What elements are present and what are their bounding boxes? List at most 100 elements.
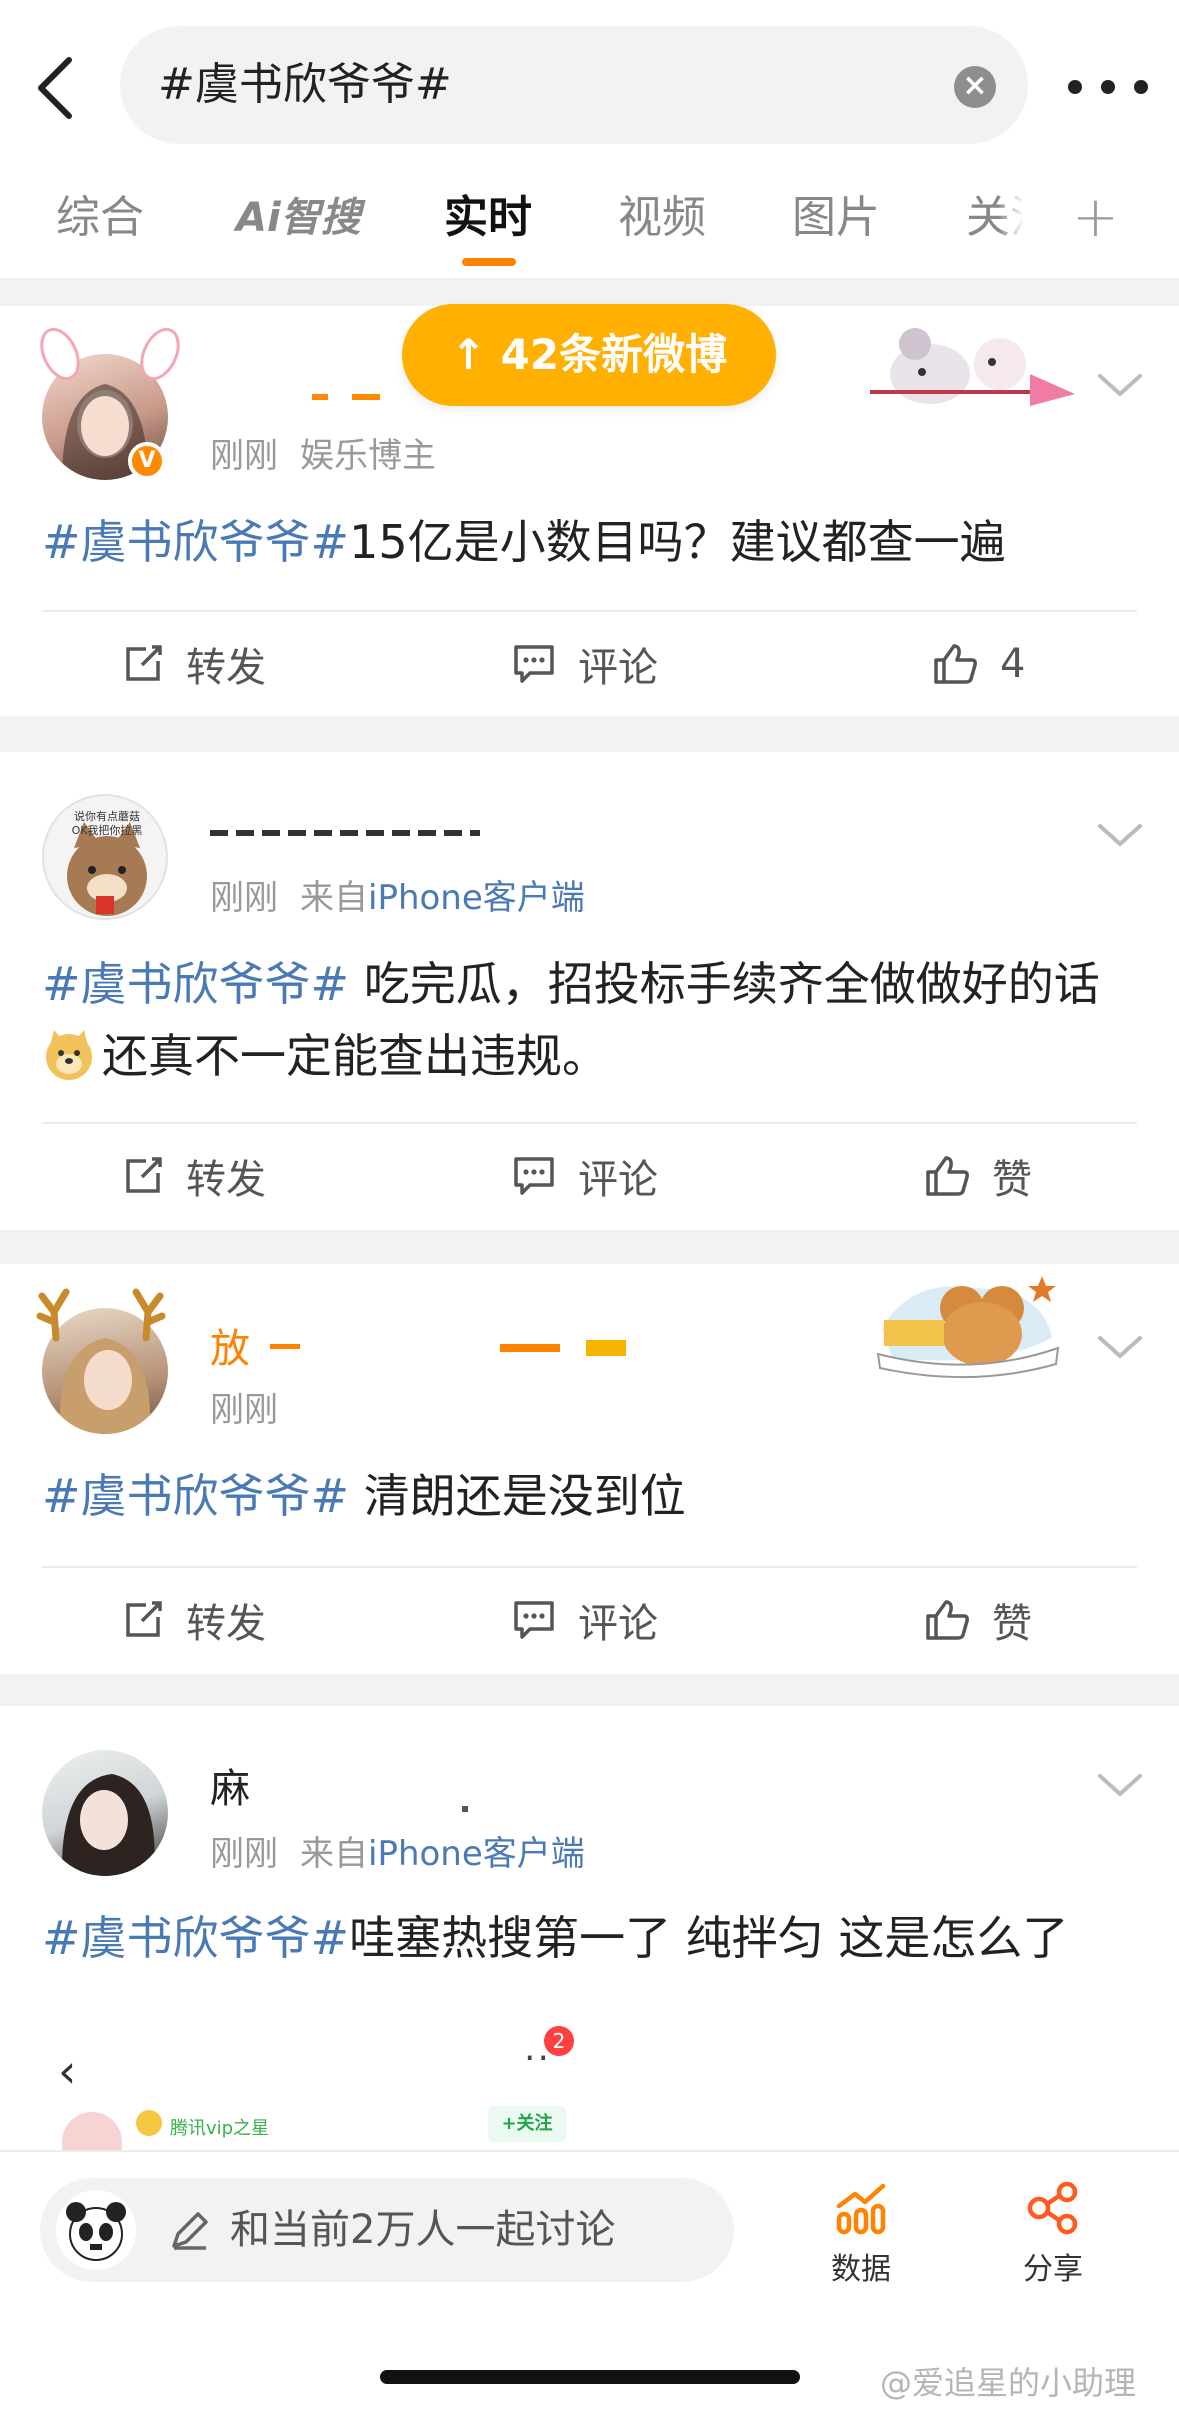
- divider: [42, 610, 1137, 612]
- chevron-left-icon: [38, 57, 72, 119]
- avatar-image: [61, 1774, 155, 1876]
- hashtag-link[interactable]: #虞书欣爷爷#: [42, 515, 349, 569]
- repost-label: 转发: [186, 1157, 266, 1203]
- post-source[interactable]: iPhone客户端: [368, 1834, 585, 1874]
- tab-video[interactable]: 视频: [618, 188, 706, 248]
- post-card[interactable]: 说你有点蘑菇 OK我把你拉黑 刚刚 来自iPhone客户端 #虞书欣爷爷# 吃完瓜…: [0, 752, 1179, 1230]
- back-button[interactable]: [30, 48, 80, 128]
- chevron-down-icon[interactable]: [1096, 1770, 1144, 1800]
- username-fragment[interactable]: 麻: [210, 1766, 270, 1812]
- post-content[interactable]: #虞书欣爷爷#哇塞热搜第一了 纯拌匀 这是怎么了: [42, 1902, 1142, 1974]
- post-content[interactable]: #虞书欣爷爷# 吃完瓜，招投标手续齐全做做好的话 还真不一定能查出违规。: [42, 948, 1142, 1092]
- hashtag-link[interactable]: #虞书欣爷爷#: [42, 1469, 349, 1523]
- data-button[interactable]: 数据: [806, 2180, 916, 2288]
- watermark: @爱追星的小助理: [880, 2364, 1137, 2402]
- repost-button[interactable]: 转发: [122, 1126, 266, 1226]
- like-label: 赞: [992, 1157, 1032, 1203]
- repost-icon: [126, 645, 162, 681]
- share-button[interactable]: 分享: [998, 2180, 1108, 2288]
- post-meta: 刚刚: [210, 1388, 278, 1432]
- chevron-down-icon[interactable]: [1096, 370, 1144, 400]
- post-meta: 刚刚 来自iPhone客户端: [210, 876, 585, 920]
- active-tab-indicator: [462, 258, 516, 266]
- notification-badge: 2: [544, 2026, 574, 2056]
- clear-search-button[interactable]: ×: [954, 66, 996, 108]
- post-time: 刚刚: [210, 436, 278, 476]
- repost-button[interactable]: 转发: [122, 1570, 266, 1670]
- comment-icon: [514, 1157, 554, 1195]
- comment-label: 评论: [578, 645, 658, 691]
- avatar[interactable]: 说你有点蘑菇 OK我把你拉黑: [42, 794, 168, 920]
- tab-ai-search[interactable]: Ai智搜: [236, 188, 361, 248]
- pencil-icon: [172, 2212, 208, 2250]
- panda-avatar-icon: [66, 2202, 126, 2261]
- discuss-input[interactable]: 和当前2万人一起讨论: [40, 2178, 734, 2282]
- post-actions: 转发 评论 4: [0, 614, 1179, 714]
- post-time: 刚刚: [210, 878, 278, 918]
- post-actions: 转发 评论 赞: [0, 1570, 1179, 1670]
- post-body: 哇塞热搜第一了 纯拌匀 这是怎么了: [349, 1911, 1069, 1965]
- embedded-avatar: [62, 2112, 122, 2150]
- comment-icon: [514, 1601, 554, 1639]
- post-body-line2: 还真不一定能查出违规。: [102, 1029, 608, 1083]
- home-indicator[interactable]: [380, 2370, 800, 2384]
- dot-icon: [1134, 80, 1148, 94]
- add-tab-button[interactable]: +: [1072, 188, 1119, 248]
- more-options-button[interactable]: [1068, 52, 1148, 122]
- repost-button[interactable]: 转发: [122, 614, 266, 714]
- username-redacted: [270, 1340, 650, 1356]
- post-content[interactable]: #虞书欣爷爷#15亿是小数目吗？建议都查一遍: [42, 506, 1142, 578]
- post-body: 15亿是小数目吗？建议都查一遍: [349, 515, 1006, 569]
- hashtag-link[interactable]: #虞书欣爷爷#: [42, 1911, 349, 1965]
- username-fragment[interactable]: 放: [210, 1326, 270, 1372]
- like-count: 4: [1000, 641, 1026, 687]
- post-source: 娱乐博主: [300, 436, 436, 476]
- top-bar: #虞书欣爷爷# ×: [0, 0, 1179, 170]
- like-button[interactable]: 赞: [924, 1570, 1032, 1670]
- comment-button[interactable]: 评论: [512, 1126, 658, 1226]
- antlers-decoration: [36, 1288, 166, 1342]
- new-posts-pill[interactable]: ↑ 42条新微博: [402, 304, 776, 406]
- thumbs-up-icon: [934, 644, 977, 684]
- bunny-ears-decoration: [40, 327, 180, 381]
- comment-button[interactable]: 评论: [512, 1570, 658, 1670]
- post-meta: 刚刚 娱乐博主: [210, 434, 436, 478]
- username-redacted[interactable]: [210, 818, 480, 838]
- post-source-prefix: 来自: [300, 1834, 368, 1874]
- post-content[interactable]: #虞书欣爷爷# 清朗还是没到位: [42, 1460, 1142, 1532]
- post-meta: 刚刚 来自iPhone客户端: [210, 1832, 585, 1876]
- repost-label: 转发: [186, 645, 266, 691]
- sticker-decoration-icon: [870, 328, 1075, 406]
- like-button[interactable]: 4: [932, 614, 1025, 714]
- tab-comprehensive[interactable]: 综合: [56, 188, 144, 248]
- embedded-screenshot[interactable]: ‹ .. 2 腾讯vip之星 +关注: [0, 2000, 1179, 2150]
- comment-icon: [514, 645, 554, 683]
- comment-button[interactable]: 评论: [512, 614, 658, 714]
- post-card[interactable]: 放 刚刚 #虞书欣爷爷# 清朗还是没到位 转发 评论 赞: [0, 1264, 1179, 1674]
- search-query: #虞书欣爷爷#: [158, 59, 452, 110]
- follow-button: +关注: [488, 2106, 566, 2142]
- thumbs-up-icon: [926, 1600, 969, 1640]
- tab-following[interactable]: 关注: [966, 188, 1024, 248]
- chevron-down-icon[interactable]: [1096, 1332, 1144, 1362]
- discuss-placeholder: 和当前2万人一起讨论: [230, 2207, 616, 2253]
- repost-label: 转发: [186, 1601, 266, 1647]
- like-label: 赞: [992, 1601, 1032, 1647]
- tab-images[interactable]: 图片: [792, 188, 880, 248]
- share-icon: [1027, 2181, 1078, 2235]
- username-redacted[interactable]: [312, 364, 402, 410]
- emoji-icon: [136, 2110, 162, 2136]
- post-card[interactable]: 麻 刚刚 来自iPhone客户端 #虞书欣爷爷#哇塞热搜第一了 纯拌匀 这是怎么了: [0, 1706, 1179, 2006]
- post-source[interactable]: iPhone客户端: [368, 878, 585, 918]
- repost-icon: [126, 1157, 162, 1193]
- dot-icon: [1101, 80, 1115, 94]
- embedded-back-icon: ‹: [58, 2044, 77, 2098]
- username-redacted: [462, 1806, 468, 1812]
- chevron-down-icon[interactable]: [1096, 820, 1144, 850]
- tab-realtime[interactable]: 实时: [444, 188, 532, 248]
- hashtag-link[interactable]: #虞书欣爷爷#: [42, 957, 349, 1011]
- post-body: 清朗还是没到位: [349, 1469, 686, 1523]
- search-input[interactable]: #虞书欣爷爷# ×: [120, 26, 1028, 144]
- like-button[interactable]: 赞: [924, 1126, 1032, 1226]
- avatar[interactable]: [42, 1750, 168, 1876]
